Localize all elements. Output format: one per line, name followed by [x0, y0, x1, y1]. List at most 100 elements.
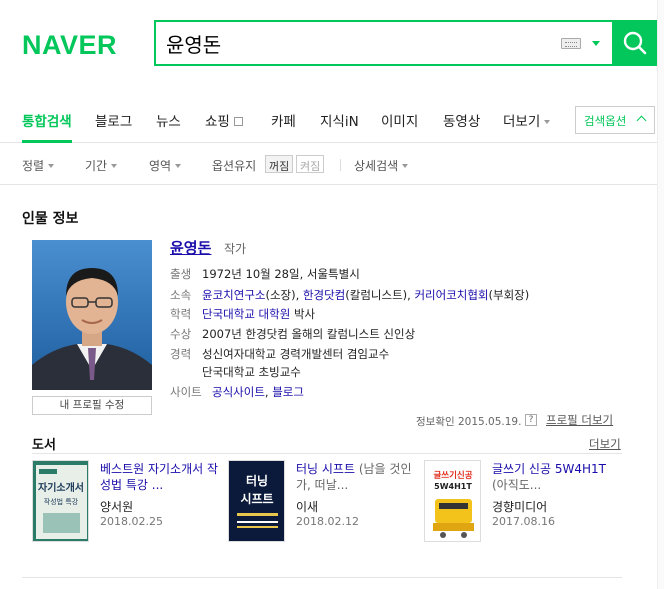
- tab-shopping[interactable]: 쇼핑: [205, 110, 243, 130]
- row-key: 학력: [170, 307, 192, 321]
- filter-period[interactable]: 기간: [85, 157, 118, 174]
- filter-area-label: 영역: [149, 159, 172, 173]
- caret-down-icon: [544, 120, 551, 124]
- filter-sort[interactable]: 정렬: [22, 157, 55, 174]
- edit-profile-button[interactable]: 내 프로필 수정: [32, 396, 152, 415]
- search-options-button[interactable]: 검색옵션: [575, 106, 655, 134]
- tab-kin[interactable]: 지식iN: [320, 110, 359, 130]
- book-cover-title: 글쓰기신공: [433, 470, 472, 481]
- book-title: 베스트원 자기소개서 작성법 특강 ...: [100, 462, 219, 492]
- chevron-up-icon: [636, 115, 647, 126]
- tab-shopping-label: 쇼핑: [205, 114, 230, 130]
- book-cover[interactable]: 자기소개서 작성법 특강: [32, 460, 89, 542]
- book-title: 글쓰기 신공 5W4H1T: [492, 462, 606, 476]
- books-more-link[interactable]: 더보기: [589, 436, 621, 452]
- book-cover-art: 터닝 시프트: [229, 461, 284, 541]
- keep-off-toggle[interactable]: 꺼짐: [265, 155, 294, 173]
- affiliation-text-1: (소장),: [265, 288, 303, 302]
- row-value: 공식사이트, 블로그: [212, 384, 304, 400]
- book-date: 2018.02.25: [100, 515, 163, 528]
- book-date: 2018.02.12: [296, 515, 359, 528]
- blog-link[interactable]: 블로그: [272, 385, 304, 399]
- help-icon[interactable]: ?: [525, 414, 537, 426]
- row-value: 1972년 10월 28일, 서울특별시: [202, 267, 360, 281]
- books-section-title: 도서: [32, 438, 56, 453]
- profile-photo[interactable]: [32, 240, 152, 390]
- tab-news[interactable]: 뉴스: [156, 110, 181, 130]
- section-title-profile: 인물 정보: [22, 211, 79, 227]
- keyboard-icon[interactable]: [561, 38, 581, 49]
- row-value-2: 단국대학교 초빙교수: [202, 365, 301, 379]
- tab-video[interactable]: 동영상: [443, 110, 480, 130]
- search-tabs: 통합검색 블로그 뉴스 쇼핑 카페 지식iN 이미지 동영상 더보기: [0, 96, 664, 143]
- books-divider: [32, 453, 622, 454]
- book-publisher: 양서원: [100, 500, 134, 514]
- official-site-link[interactable]: 공식사이트: [212, 385, 265, 399]
- row-key: 사이트: [170, 385, 202, 399]
- book-title-link[interactable]: 글쓰기 신공 5W4H1T (아직도...: [492, 461, 617, 493]
- tab-image[interactable]: 이미지: [381, 110, 418, 130]
- book-publisher: 이새: [296, 500, 319, 514]
- book-publisher: 경향미디어: [492, 500, 548, 514]
- row-key: 소속: [170, 288, 192, 302]
- filter-keep-label: 옵션유지: [212, 159, 257, 173]
- book-title-link[interactable]: 베스트원 자기소개서 작성법 특강 ...: [100, 461, 220, 493]
- tab-more-label: 더보기: [503, 114, 541, 130]
- caret-down-icon: [175, 164, 182, 168]
- book-cover-title: 자기소개서: [38, 481, 84, 494]
- affiliation-link-1[interactable]: 윤코치연구소: [202, 288, 265, 302]
- row-value: 단국대학교 대학원 박사: [202, 306, 315, 322]
- book-date: 2017.08.16: [492, 515, 555, 528]
- caret-down-icon: [48, 164, 55, 168]
- row-value: 윤코치연구소(소장), 한경닷컴(칼럼니스트), 커리어코치협회(부회장): [202, 287, 529, 303]
- tab-blog[interactable]: 블로그: [95, 110, 132, 130]
- row-value: 성신여자대학교 경력개발센터 겸임교수: [202, 347, 390, 361]
- book-cover-subtitle: 5W4H1T: [434, 482, 472, 491]
- book-cover-title: 터닝: [246, 473, 268, 488]
- education-link[interactable]: 단국대학교 대학원: [202, 307, 290, 321]
- book-cover-subtitle: 작성법 특강: [44, 497, 79, 506]
- affiliation-text-2: (칼럼니스트),: [345, 288, 415, 302]
- tab-more[interactable]: 더보기: [503, 110, 551, 130]
- book-title: 터닝 시프트: [296, 462, 356, 476]
- filter-bar: 정렬 기간 영역 옵션유지 꺼짐 켜짐 상세검색: [0, 143, 664, 185]
- search-input[interactable]: [166, 28, 546, 58]
- header: NAVER: [0, 0, 664, 96]
- tab-cafe[interactable]: 카페: [271, 110, 296, 130]
- person-name-link[interactable]: 윤영돈: [170, 237, 211, 258]
- search-icon: [623, 31, 647, 55]
- caret-down-icon: [402, 164, 409, 168]
- search-box[interactable]: [154, 20, 613, 66]
- row-key: 수상: [170, 327, 192, 341]
- naver-logo[interactable]: NAVER: [22, 30, 117, 61]
- affiliation-text-3: (부회장): [488, 288, 530, 302]
- affiliation-link-3[interactable]: 커리어코치협회: [414, 288, 488, 302]
- section-divider: [22, 577, 622, 578]
- book-cover-art: 글쓰기신공 5W4H1T: [425, 461, 480, 541]
- book-cover-art: 자기소개서 작성법 특강: [33, 461, 88, 541]
- book-subtitle: (아직도...: [492, 478, 542, 492]
- education-degree: 박사: [290, 307, 316, 321]
- profile-more-link[interactable]: 프로필 더보기: [546, 412, 613, 428]
- affiliation-link-2[interactable]: 한경닷컴: [303, 288, 345, 302]
- book-title-link[interactable]: 터닝 시프트 (남을 것인가, 떠날...: [296, 461, 416, 493]
- book-cover[interactable]: 터닝 시프트: [228, 460, 285, 542]
- row-key: 경력: [170, 347, 192, 361]
- search-button[interactable]: [612, 20, 657, 66]
- chevron-down-icon[interactable]: [592, 41, 600, 46]
- scrollbar[interactable]: [657, 0, 664, 589]
- tab-all[interactable]: 통합검색: [22, 110, 72, 130]
- profile-photo-image: [32, 240, 152, 390]
- filter-detail-label: 상세검색: [354, 159, 399, 173]
- row-value: 2007년 한경닷컴 올해의 칼럼니스트 신인상: [202, 327, 416, 341]
- person-role: 작가: [224, 242, 247, 256]
- filter-area[interactable]: 영역: [149, 157, 182, 174]
- shopping-window-icon: [233, 117, 243, 126]
- filter-period-label: 기간: [85, 159, 108, 173]
- book-cover[interactable]: 글쓰기신공 5W4H1T: [424, 460, 481, 542]
- filter-sort-label: 정렬: [22, 159, 45, 173]
- book-cover-subtitle: 시프트: [240, 492, 273, 506]
- filter-detail[interactable]: 상세검색: [354, 157, 409, 174]
- keep-on-toggle[interactable]: 켜짐: [296, 155, 325, 173]
- info-verified-date: 정보확인 2015.05.19.: [416, 416, 522, 428]
